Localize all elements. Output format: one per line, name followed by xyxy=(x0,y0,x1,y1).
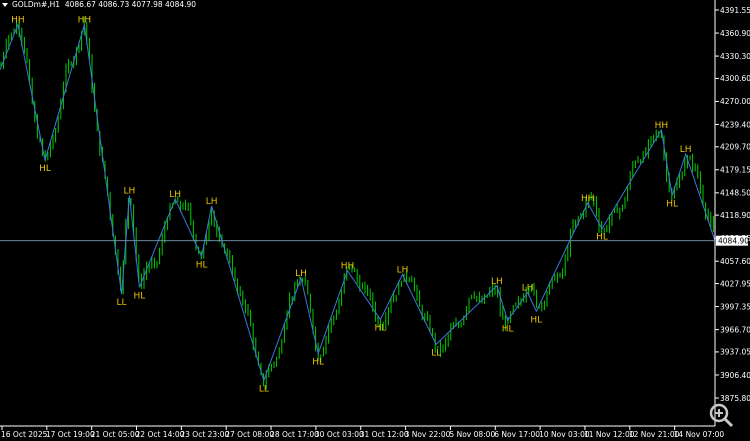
time-tick-label: 31 Oct 12:00 xyxy=(360,430,409,439)
current-price-label: 4084.90 xyxy=(718,237,749,246)
swing-label-hl: HL xyxy=(312,357,324,367)
price-tick-label: 4239.40 xyxy=(720,120,750,129)
zigzag-line xyxy=(0,22,716,383)
zoom-in-icon[interactable] xyxy=(707,401,735,429)
swing-label-lh: LH xyxy=(169,190,181,200)
price-tick-label: 4179.15 xyxy=(720,166,750,175)
swing-label-lh: LH xyxy=(680,145,692,155)
price-chart[interactable]: HH HL HH LL LH HL LH HL LH LL LH HL HH HL LH LL LH HL LH HL… xyxy=(0,0,750,441)
swing-label-hh: HH xyxy=(581,194,595,204)
swing-label-hh: HH xyxy=(11,16,25,26)
swing-label-lh: LH xyxy=(522,284,534,294)
candles-layer xyxy=(0,16,714,390)
time-tick-label: 14 Nov 07:00 xyxy=(674,430,725,439)
swing-label-ll: LL xyxy=(259,385,269,395)
time-axis: 16 Oct 202517 Oct 19:0021 Oct 05:0022 Oc… xyxy=(1,426,724,439)
swing-labels-layer: HH HL HH LL LH HL LH HL LH LL LH HL HH HL LH LL LH HL LH HL… xyxy=(11,16,691,395)
swing-label-ll: LL xyxy=(117,298,127,308)
swing-label-lh: LH xyxy=(124,186,136,196)
time-tick-label: 17 Oct 19:00 xyxy=(46,430,95,439)
time-tick-label: 21 Oct 05:00 xyxy=(91,430,140,439)
swing-label-hl: HL xyxy=(530,315,542,325)
swing-label-hl: HL xyxy=(374,324,386,334)
current-price-tag: 4084.90 xyxy=(716,235,749,246)
time-tick-label: 30 Oct 03:00 xyxy=(315,430,364,439)
time-tick-label: 10 Nov 03:00 xyxy=(539,430,590,439)
time-tick-label: 3 Nov 22:00 xyxy=(405,430,451,439)
swing-label-hh: HH xyxy=(655,121,669,131)
swing-label-hl: HL xyxy=(666,199,678,209)
price-tick-label: 4391.55 xyxy=(720,6,750,15)
swing-label-hl: HL xyxy=(134,291,146,301)
price-tick-label: 4209.70 xyxy=(720,143,750,152)
price-tick-label: 3906.40 xyxy=(720,371,750,380)
swing-label-lh: LH xyxy=(491,277,503,287)
swing-label-hh: HH xyxy=(341,262,355,272)
swing-label-hl: HL xyxy=(196,260,208,270)
price-tick-label: 4027.95 xyxy=(720,279,750,288)
swing-label-lh: LH xyxy=(295,269,307,279)
swing-label-hl: HL xyxy=(502,324,514,334)
swing-label-hl: HL xyxy=(39,164,51,174)
swing-label-ll: LL xyxy=(431,348,441,358)
time-tick-label: 6 Nov 17:00 xyxy=(494,430,540,439)
price-tick-label: 4330.30 xyxy=(720,52,750,61)
time-tick-label: 12 Nov 21:00 xyxy=(629,430,680,439)
time-tick-label: 22 Oct 14:00 xyxy=(136,430,185,439)
zigzag-layer xyxy=(0,22,716,383)
price-tick-label: 4148.50 xyxy=(720,189,750,198)
time-tick-label: 23 Oct 23:00 xyxy=(180,430,229,439)
swing-label-lh: LH xyxy=(206,197,218,207)
price-tick-label: 4057.60 xyxy=(720,257,750,266)
price-tick-label: 3997.35 xyxy=(720,302,750,311)
price-tick-label: 3937.05 xyxy=(720,348,750,357)
price-tick-label: 4118.90 xyxy=(720,211,750,220)
price-tick-label: 3966.70 xyxy=(720,325,750,334)
swing-label-lh: LH xyxy=(397,265,409,275)
price-tick-label: 4300.60 xyxy=(720,74,750,83)
swing-label-hh: HH xyxy=(78,16,92,26)
price-tick-label: 4270.00 xyxy=(720,97,750,106)
time-tick-label: 5 Nov 08:00 xyxy=(449,430,495,439)
price-tick-label: 4360.90 xyxy=(720,29,750,38)
time-tick-label: 28 Oct 17:00 xyxy=(270,430,319,439)
time-tick-label: 27 Oct 08:00 xyxy=(225,430,274,439)
time-tick-label: 16 Oct 2025 xyxy=(1,430,48,439)
time-tick-label: 11 Nov 12:00 xyxy=(584,430,635,439)
